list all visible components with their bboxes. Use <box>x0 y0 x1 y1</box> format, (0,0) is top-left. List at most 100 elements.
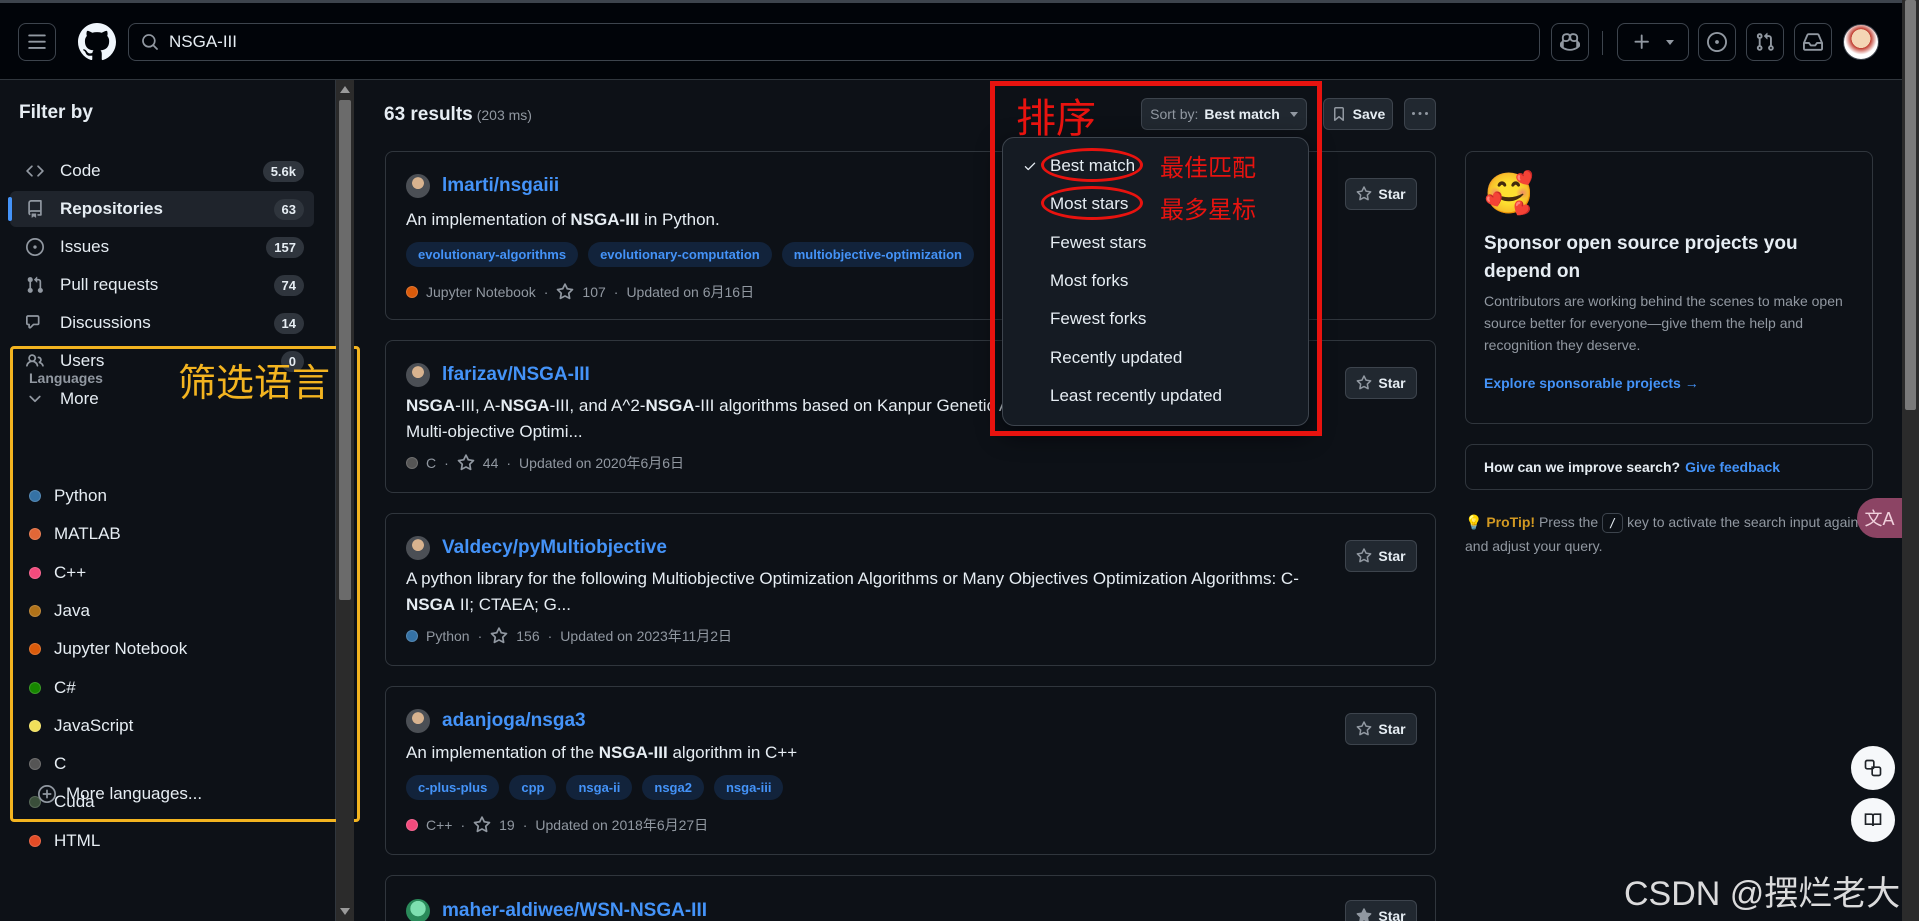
repo-link[interactable]: maher-aldiwee/WSN-NSGA-III <box>442 900 707 921</box>
language-filter-matlab[interactable]: MATLAB <box>29 520 121 548</box>
give-feedback-link[interactable]: Give feedback <box>1685 459 1780 475</box>
repo-link[interactable]: adanjoga/nsga3 <box>442 710 586 732</box>
repo-link[interactable]: Valdecy/pyMultiobjective <box>442 537 667 559</box>
protip: 💡 ProTip! Press the / key to activate th… <box>1465 510 1875 558</box>
results-time: (203 ms) <box>476 107 532 123</box>
heart-face-icon: 🥰 <box>1484 172 1534 216</box>
star-button[interactable]: Star <box>1345 713 1417 745</box>
create-new-button[interactable] <box>1617 23 1689 61</box>
sidebar-scrollbar[interactable] <box>336 80 354 921</box>
github-logo-icon[interactable] <box>78 23 116 61</box>
topic-tag[interactable]: evolutionary-algorithms <box>406 242 579 267</box>
most-stars-circle-annotation <box>1041 186 1143 220</box>
language-filter-c-[interactable]: C# <box>29 674 76 702</box>
language-filter-c[interactable]: C <box>29 750 66 778</box>
star-outline-icon <box>490 627 508 644</box>
language-filter-javascript[interactable]: JavaScript <box>29 712 133 740</box>
language-color-dot <box>29 566 41 579</box>
git-pull-request-icon <box>1756 32 1774 51</box>
issue-opened-icon <box>1707 32 1727 52</box>
language-filter-jupyter-notebook[interactable]: Jupyter Notebook <box>29 635 187 663</box>
filter-code[interactable]: Code 5.6k <box>10 153 314 189</box>
repo-meta: Jupyter Notebook · 107 · Updated on 6月16日 <box>406 282 754 302</box>
slash-key: / <box>1602 513 1624 533</box>
search-input[interactable]: NSGA-III <box>128 23 1540 61</box>
language-filter-c-[interactable]: C++ <box>29 559 86 587</box>
more-languages-link[interactable]: More languages... <box>38 784 202 804</box>
languages-heading: Languages <box>29 370 103 386</box>
translate-sidebar-icon[interactable]: 文A <box>1857 498 1902 538</box>
topic-tag[interactable]: cpp <box>509 775 557 800</box>
result-card-5: maher-aldiwee/WSN-NSGA-III Star <box>385 875 1436 921</box>
language-color-dot <box>29 681 41 694</box>
feedback-card: How can we improve search? Give feedback <box>1465 444 1873 490</box>
topic-tag[interactable]: c-plus-plus <box>406 775 500 800</box>
plus-icon <box>1634 34 1649 49</box>
scroll-down-arrow-icon[interactable] <box>340 908 350 915</box>
star-button[interactable]: Star <box>1345 178 1417 210</box>
repo-link[interactable]: lmarti/nsgaiii <box>442 175 559 197</box>
topic-tag[interactable]: evolutionary-computation <box>588 242 772 267</box>
filter-code-label: Code <box>60 161 101 180</box>
star-button-label: Star <box>1378 375 1406 391</box>
header-divider <box>1602 31 1603 55</box>
copilot-button[interactable] <box>1551 23 1589 61</box>
sidebar-scroll-thumb[interactable] <box>339 100 351 600</box>
repo-meta: C · 44 · Updated on 2020年6月6日 <box>406 453 684 473</box>
result-card-3: Valdecy/pyMultiobjective A python librar… <box>385 513 1436 666</box>
repo-link[interactable]: lfarizav/NSGA-III <box>442 364 590 386</box>
save-search-button[interactable]: Save <box>1323 98 1393 130</box>
inbox-button[interactable] <box>1794 23 1832 61</box>
repo-description-line-1: A python library for the following Multi… <box>406 569 1299 588</box>
language-name: HTML <box>54 830 101 850</box>
repo-language: C <box>426 455 437 471</box>
filter-pull-requests-label: Pull requests <box>60 275 159 294</box>
star-icon <box>1356 548 1372 563</box>
star-icon <box>1356 186 1372 201</box>
more-options-button[interactable] <box>1404 98 1436 130</box>
language-filter-python[interactable]: Python <box>29 482 107 510</box>
star-button[interactable]: Star <box>1345 367 1417 399</box>
topic-tag[interactable]: nsga-ii <box>566 775 633 800</box>
filter-issues-label: Issues <box>60 237 110 256</box>
filter-pull-requests[interactable]: Pull requests 74 <box>10 267 314 303</box>
pull-request-icon <box>27 276 43 293</box>
repo-updated: Updated on 6月16日 <box>626 284 755 300</box>
repo-updated: Updated on 2018年6月27日 <box>535 817 709 833</box>
repo-description: A python library for the following Multi… <box>406 566 1326 618</box>
filter-discussions-label: Discussions <box>60 313 151 332</box>
discussion-icon <box>26 315 40 329</box>
reader-button[interactable] <box>1851 798 1895 842</box>
page-scroll-thumb[interactable] <box>1905 0 1916 410</box>
filter-repositories[interactable]: Repositories 63 <box>8 191 314 227</box>
menu-button[interactable] <box>18 23 56 61</box>
topic-tag[interactable]: multiobjective-optimization <box>781 242 974 267</box>
language-name: MATLAB <box>54 524 121 544</box>
page-scrollbar[interactable] <box>1902 0 1919 921</box>
language-name: C# <box>54 677 76 697</box>
filter-pull-requests-count: 74 <box>273 274 304 296</box>
best-match-circle-annotation <box>1041 148 1143 182</box>
pull-requests-button[interactable] <box>1746 23 1784 61</box>
language-filter-html[interactable]: HTML <box>29 827 100 855</box>
issues-button[interactable] <box>1698 23 1736 61</box>
scroll-up-arrow-icon[interactable] <box>340 86 350 93</box>
star-button[interactable]: Star <box>1345 540 1417 572</box>
filter-discussions[interactable]: Discussions 14 <box>10 305 314 341</box>
results-count: 63 results (203 ms) <box>384 104 532 126</box>
user-avatar[interactable] <box>1843 24 1879 60</box>
repo-stars: 44 <box>482 455 499 471</box>
top-header: NSGA-III <box>0 0 1902 80</box>
star-icon <box>1356 375 1372 390</box>
caret-down-icon <box>1666 39 1674 45</box>
translate-button[interactable] <box>1851 746 1895 790</box>
filter-issues[interactable]: Issues 157 <box>10 229 314 265</box>
topic-tag[interactable]: nsga2 <box>642 775 704 800</box>
filter-title: Filter by <box>19 102 93 123</box>
star-button[interactable]: Star <box>1345 900 1417 921</box>
language-filter-java[interactable]: Java <box>29 597 90 625</box>
topic-tag[interactable]: nsga-iii <box>713 775 784 800</box>
repo-link-prefix: maher-aldiwee/WSN- <box>442 900 630 921</box>
explore-sponsorable-link[interactable]: Explore sponsorable projects → <box>1484 375 1699 391</box>
protip-text-before: Press the <box>1535 514 1602 530</box>
